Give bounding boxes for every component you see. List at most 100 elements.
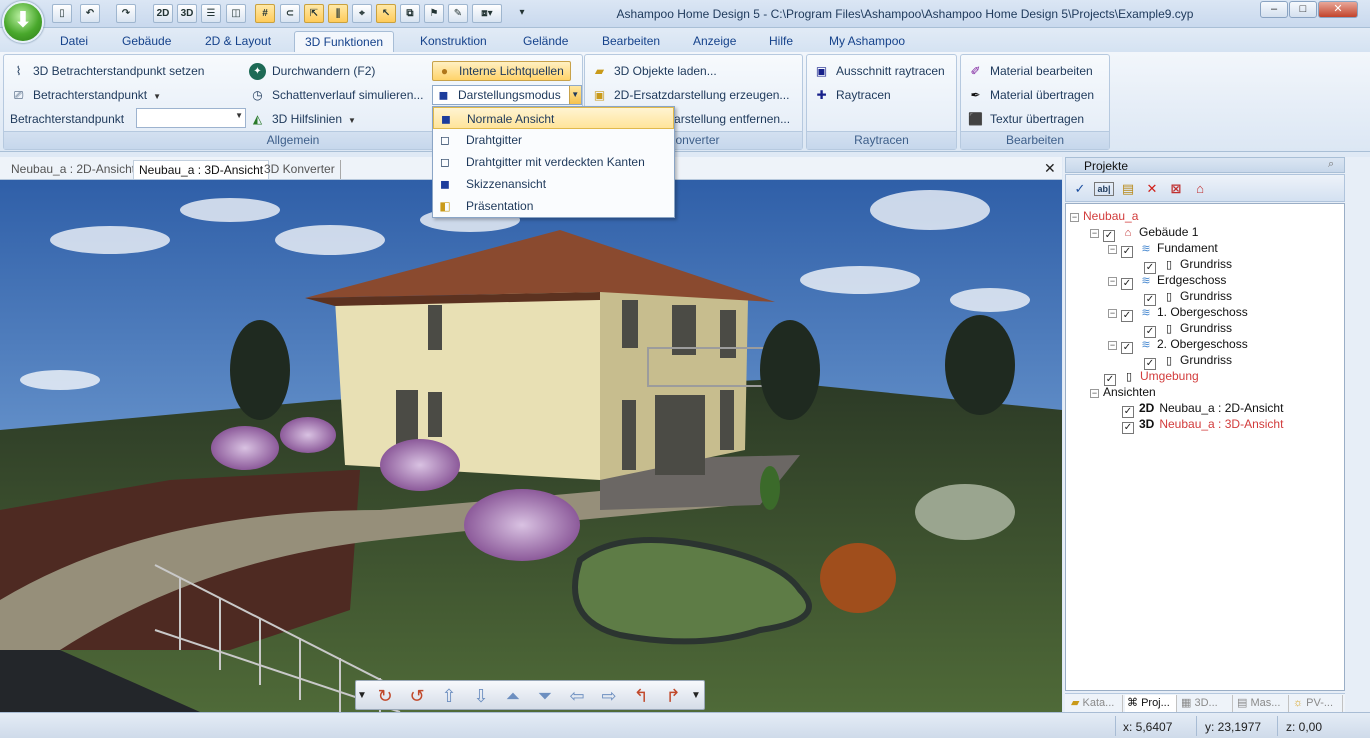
transfer-texture-button[interactable]: ⬛ Textur übertragen <box>967 109 1084 129</box>
measure-icon[interactable]: ⌖ <box>352 4 372 23</box>
tree-node-environment[interactable]: ✓ ▯ Umgebung <box>1104 368 1199 386</box>
set-viewpoint-button[interactable]: ⌇ 3D Betrachterstandpunkt setzen <box>10 61 205 81</box>
maximize-button[interactable]: □ <box>1289 1 1317 18</box>
collapse-icon[interactable]: − <box>1108 277 1117 286</box>
tree-node-view-3d[interactable]: ✓ 3D Neubau_a : 3D-Ansicht <box>1122 416 1283 434</box>
magnet-icon[interactable]: ⊂ <box>280 4 300 23</box>
move-up-icon[interactable]: ⇧ <box>436 685 462 707</box>
pin-icon[interactable]: ⌕ <box>1328 158 1334 171</box>
nav-more-chevron-icon[interactable]: ▼ <box>690 685 702 707</box>
minimize-button[interactable]: – <box>1260 1 1288 18</box>
tilt-up-icon[interactable]: ⏶ <box>500 685 526 707</box>
tilt-down-icon[interactable]: ⏷ <box>532 685 558 707</box>
close-item-icon[interactable]: ⊠ <box>1166 179 1186 199</box>
collapse-icon[interactable]: − <box>1090 389 1099 398</box>
move-down-icon[interactable]: ⇩ <box>468 685 494 707</box>
grid-icon[interactable]: # <box>255 4 275 23</box>
tab-3d-view[interactable]: Neubau_a : 3D-Ansicht <box>133 160 270 179</box>
close-button[interactable]: ✕ <box>1318 1 1358 18</box>
panel-tab-mass[interactable]: ▤ Mas... <box>1235 695 1289 712</box>
new-building-icon[interactable]: ⌂ <box>1190 179 1210 199</box>
tree-node-view-2d[interactable]: ✓ 2D Neubau_a : 2D-Ansicht <box>1122 400 1283 418</box>
visibility-checkbox[interactable]: ✓ <box>1121 342 1133 354</box>
guides-icon[interactable]: ∥ <box>328 4 348 23</box>
viewpoint-combo[interactable]: ▼ <box>136 108 246 128</box>
select-cursor-icon[interactable]: ↖ <box>376 4 396 23</box>
menu-item-wireframe-hidden[interactable]: ◻ Drahtgitter mit verdeckten Kanten <box>433 151 674 173</box>
paint-icon[interactable]: ✎ <box>448 4 468 23</box>
shadow-simulation-button[interactable]: ◷ Schattenverlauf simulieren... <box>249 85 423 105</box>
tab-hilfe[interactable]: Hilfe <box>759 31 803 53</box>
view-2d-button[interactable]: 2D <box>153 4 173 23</box>
view-3d-button[interactable]: 3D <box>177 4 197 23</box>
panel-tab-3d[interactable]: ▦ 3D... <box>1179 695 1233 712</box>
new-file-icon[interactable]: ▯ <box>52 4 72 23</box>
menu-item-normal-view[interactable]: ◼ Normale Ansicht <box>433 107 674 129</box>
tab-gelaende[interactable]: Gelände <box>513 31 578 53</box>
visibility-checkbox[interactable]: ✓ <box>1121 278 1133 290</box>
collapse-icon[interactable]: − <box>1070 213 1079 222</box>
viewpoint-dropdown-button[interactable]: ⎚ Betrachterstandpunkt ▼ <box>10 85 161 105</box>
visibility-checkbox[interactable]: ✓ <box>1121 246 1133 258</box>
tree-node-floor[interactable]: − ✓ ≋ Erdgeschoss <box>1108 272 1226 290</box>
display-mode-button[interactable]: ◼ Darstellungsmodus ▼ <box>432 85 582 105</box>
tree-node-floor[interactable]: − ✓ ≋ Fundament <box>1108 240 1218 258</box>
check-icon[interactable]: ✓ <box>1070 179 1090 199</box>
tree-node-floor[interactable]: − ✓ ≋ 1. Obergeschoss <box>1108 304 1248 322</box>
tree-node-root[interactable]: − Neubau_a <box>1070 208 1138 224</box>
collapse-icon[interactable]: − <box>1108 309 1117 318</box>
snap-cursor-icon[interactable]: ⇱ <box>304 4 324 23</box>
turn-left-icon[interactable]: ↰ <box>628 685 654 707</box>
3d-guides-button[interactable]: ◭ 3D Hilfslinien ▼ <box>249 109 356 129</box>
split-vertical-icon[interactable]: ◫ <box>226 4 246 23</box>
close-document-button[interactable]: ✕ <box>1044 160 1056 177</box>
move-left-icon[interactable]: ⇦ <box>564 685 590 707</box>
tree-node-plan[interactable]: ✓ ▯ Grundriss <box>1144 256 1232 274</box>
visibility-checkbox[interactable]: ✓ <box>1122 422 1134 434</box>
tab-anzeige[interactable]: Anzeige <box>683 31 746 53</box>
section-raytrace-button[interactable]: ▣ Ausschnitt raytracen <box>813 61 945 81</box>
tab-3d-funktionen[interactable]: 3D Funktionen <box>294 31 395 53</box>
rotate-right-icon[interactable]: ↺ <box>404 685 430 707</box>
undo-icon[interactable]: ↶ <box>80 4 100 23</box>
rename-icon[interactable]: ab| <box>1094 182 1114 196</box>
tab-bearbeiten[interactable]: Bearbeiten <box>592 31 670 53</box>
copy-object-icon[interactable]: ⧉ <box>400 4 420 23</box>
tab-3d-converter[interactable]: 3D Konverter <box>259 160 341 179</box>
panel-tab-pv[interactable]: ☼ PV-... <box>1291 695 1343 712</box>
tab-datei[interactable]: Datei <box>50 31 98 53</box>
chevron-down-icon[interactable]: ▼ <box>568 86 581 104</box>
nav-menu-chevron-icon[interactable]: ▼ <box>356 685 368 707</box>
create-2d-replacement-button[interactable]: ▣ 2D-Ersatzdarstellung erzeugen... <box>591 85 790 105</box>
tab-konstruktion[interactable]: Konstruktion <box>410 31 497 53</box>
tree-node-plan[interactable]: ✓ ▯ Grundriss <box>1144 288 1232 306</box>
tab-2d-view[interactable]: Neubau_a : 2D-Ansicht <box>6 160 142 179</box>
menu-item-wireframe[interactable]: ◻ Drahtgitter <box>433 129 674 151</box>
collapse-icon[interactable]: − <box>1108 341 1117 350</box>
application-menu-button[interactable]: ⬇ <box>2 1 44 43</box>
collapse-icon[interactable]: − <box>1090 229 1099 238</box>
split-horizontal-icon[interactable]: ☰ <box>201 4 221 23</box>
tree-node-building[interactable]: − ✓ ⌂ Gebäude 1 <box>1090 224 1198 242</box>
delete-icon[interactable]: ✕ <box>1142 179 1162 199</box>
tree-node-views[interactable]: − Ansichten <box>1090 384 1156 400</box>
properties-icon[interactable]: ▤ <box>1118 179 1138 199</box>
move-right-icon[interactable]: ⇨ <box>596 685 622 707</box>
tree-node-floor[interactable]: − ✓ ≋ 2. Obergeschoss <box>1108 336 1248 354</box>
internal-lights-button[interactable]: ● Interne Lichtquellen <box>432 61 571 81</box>
menu-item-sketch[interactable]: ◼ Skizzenansicht <box>433 173 674 195</box>
edit-material-button[interactable]: ✐ Material bearbeiten <box>967 61 1092 81</box>
tree-node-plan[interactable]: ✓ ▯ Grundriss <box>1144 320 1232 338</box>
flag-icon[interactable]: ⚑ <box>424 4 444 23</box>
tab-my-ashampoo[interactable]: My Ashampoo <box>819 31 915 53</box>
redo-icon[interactable]: ↷ <box>116 4 136 23</box>
panel-tab-projects[interactable]: ⌘ Proj... <box>1125 695 1177 712</box>
panel-tab-catalog[interactable]: ▰ Kata... <box>1069 695 1123 712</box>
collapse-icon[interactable]: − <box>1108 245 1117 254</box>
raytrace-button[interactable]: ✚ Raytracen <box>813 85 890 105</box>
rotate-left-icon[interactable]: ↻ <box>372 685 398 707</box>
tree-node-plan[interactable]: ✓ ▯ Grundriss <box>1144 352 1232 370</box>
tab-2d-layout[interactable]: 2D & Layout <box>195 31 281 53</box>
tab-gebaeude[interactable]: Gebäude <box>112 31 181 53</box>
walk-through-button[interactable]: ✦ Durchwandern (F2) <box>249 61 375 81</box>
